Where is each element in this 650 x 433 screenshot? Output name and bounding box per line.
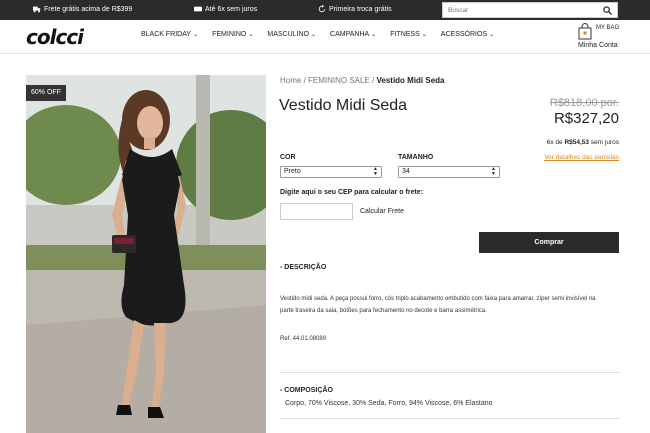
breadcrumb-category[interactable]: FEMININO SALE	[308, 76, 370, 85]
color-label: COR	[280, 154, 296, 161]
old-price: R$818,00 por.	[549, 97, 619, 109]
installments-prefix: 6x de	[546, 139, 565, 146]
chevron-down-icon: ⌄	[193, 32, 199, 38]
breadcrumb-home[interactable]: Home	[280, 76, 301, 85]
installments-details-link[interactable]: Ver detalhes das parcelas	[544, 154, 619, 161]
composition-text: Corpo, 70% Viscose, 30% Seda, Forro, 94%…	[285, 400, 493, 407]
nav-masculino[interactable]: MASCULINO ⌄	[267, 31, 316, 38]
breadcrumb-separator: /	[301, 76, 309, 85]
nav-acessorios[interactable]: ACESSÓRIOS ⌄	[441, 31, 494, 38]
main-header: colcci BLACK FRIDAY ⌄ FEMININO ⌄ MASCULINO…	[0, 20, 650, 53]
promo-installments: Até 6x sem juros	[194, 5, 257, 13]
size-label: TAMANHO	[398, 154, 434, 161]
buy-button[interactable]: Comprar	[479, 232, 619, 253]
main-nav: BLACK FRIDAY ⌄ FEMININO ⌄ MASCULINO ⌄ CAMPA…	[141, 31, 508, 38]
nav-feminino[interactable]: FEMININO ⌄	[212, 31, 253, 38]
section-divider	[280, 372, 620, 373]
cep-input[interactable]	[280, 203, 353, 220]
color-select-value: Preto	[284, 168, 301, 175]
chevron-down-icon: ⌄	[371, 32, 377, 38]
calculate-shipping-button[interactable]: Calcular Frete	[355, 203, 411, 220]
chevron-down-icon: ⌄	[489, 32, 495, 38]
product-title: Vestido Midi Seda	[279, 97, 408, 114]
color-select[interactable]: Preto ▲ ▼	[280, 166, 382, 178]
select-arrows-icon: ▲ ▼	[491, 166, 496, 177]
size-select[interactable]: 34 ▲ ▼	[398, 166, 500, 178]
bag-label: MY BAG	[596, 25, 620, 31]
colcci-logo[interactable]: colcci	[26, 25, 84, 49]
nav-label: FITNESS	[390, 31, 420, 38]
chevron-down-icon: ⌄	[421, 32, 427, 38]
header-divider	[0, 53, 650, 54]
cep-label: Digite aqui o seu CEP para calcular o fr…	[280, 189, 424, 196]
product-reference: Ref. 44.01.08089	[280, 336, 327, 342]
description-heading[interactable]: - DESCRIÇÃO	[280, 264, 326, 271]
promo-shipping: Frete grátis acima de R$399	[33, 5, 132, 13]
size-select-value: 34	[402, 168, 410, 175]
truck-icon	[33, 6, 41, 13]
installments-suffix: sem juros	[589, 139, 619, 146]
product-photo-illustration	[26, 75, 266, 433]
nav-black-friday[interactable]: BLACK FRIDAY ⌄	[141, 31, 198, 38]
installments-info: 6x de R$54,53 sem juros	[547, 139, 619, 146]
composition-heading[interactable]: - COMPOSIÇÃO	[280, 387, 333, 394]
nav-label: ACESSÓRIOS	[440, 31, 488, 38]
promo-shipping-text: Frete grátis acima de R$399	[44, 5, 133, 13]
search-input[interactable]	[443, 3, 593, 17]
search-box	[442, 2, 618, 18]
nav-label: BLACK FRIDAY	[141, 31, 192, 38]
nav-campanha[interactable]: CAMPANHA ⌄	[330, 31, 376, 38]
shopping-bag-icon	[578, 23, 592, 40]
chevron-down-icon: ⌄	[310, 32, 317, 38]
refresh-icon	[318, 5, 326, 13]
select-arrows-icon: ▲ ▼	[373, 166, 378, 177]
promo-installments-text: Até 6x sem juros	[205, 5, 258, 13]
description-text: Vestido midi seda. A peça possui forro, …	[280, 296, 596, 314]
card-icon	[194, 6, 202, 12]
nav-fitness[interactable]: FITNESS ⌄	[390, 31, 427, 38]
my-bag[interactable]: MY BAG Minha Conta	[578, 23, 624, 51]
top-promo-bar: Frete grátis acima de R$399 Até 6x sem j…	[0, 0, 650, 20]
account-link[interactable]: Minha Conta	[578, 42, 618, 49]
installments-value: R$54,53	[564, 139, 590, 146]
promo-exchange-text: Primeira troca grátis	[329, 5, 392, 13]
breadcrumb-current: Vestido Midi Seda	[376, 76, 445, 85]
product-image[interactable]	[26, 75, 266, 433]
nav-label: MASCULINO	[267, 31, 309, 38]
nav-label: FEMININO	[212, 31, 247, 38]
discount-badge: 60% OFF	[26, 85, 66, 101]
section-divider	[280, 418, 620, 419]
search-icon[interactable]	[603, 6, 612, 15]
chevron-down-icon: ⌄	[248, 32, 254, 38]
nav-label: CAMPANHA	[330, 31, 370, 38]
sale-price: R$327,20	[553, 110, 619, 127]
promo-exchange: Primeira troca grátis	[318, 5, 392, 13]
breadcrumb: Home / FEMININO SALE / Vestido Midi Seda	[280, 76, 445, 85]
